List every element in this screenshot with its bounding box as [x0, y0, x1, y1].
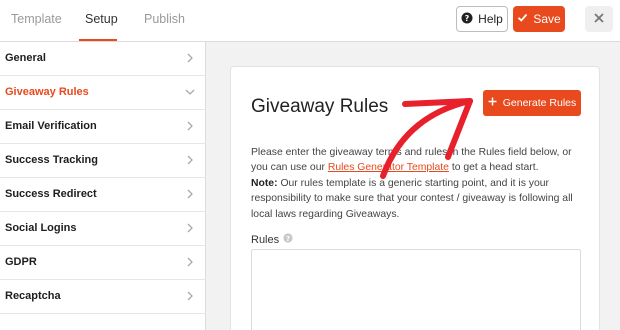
chevron-down-icon [185, 89, 195, 95]
svg-text:?: ? [465, 14, 470, 23]
close-button[interactable] [585, 6, 613, 32]
help-icon: ? [461, 12, 473, 27]
sidebar-item-email-verification[interactable]: Email Verification [0, 110, 206, 144]
sidebar-item-general[interactable]: General [0, 42, 206, 76]
chevron-right-icon [187, 189, 193, 199]
sidebar-item-label: Social Logins [5, 222, 77, 234]
sidebar-item-giveaway-rules[interactable]: Giveaway Rules [0, 76, 206, 110]
save-button-label: Save [533, 12, 561, 26]
sidebar-item-social-logins[interactable]: Social Logins [0, 212, 206, 246]
page-title: Giveaway Rules [251, 96, 389, 117]
sidebar-item-label: Success Tracking [5, 154, 98, 166]
settings-sidebar: General Giveaway Rules Email Verificatio… [0, 42, 206, 330]
rules-label-text: Rules [251, 233, 280, 246]
sidebar-item-label: Giveaway Rules [5, 86, 89, 98]
chevron-right-icon [187, 291, 193, 301]
sidebar-item-label: General [5, 52, 46, 64]
sidebar-item-recaptcha[interactable]: Recaptcha [0, 280, 206, 314]
generate-rules-button[interactable]: Generate Rules [483, 90, 581, 116]
rules-field-label: Rules ? [251, 233, 293, 246]
plus-icon [488, 97, 497, 109]
sidebar-item-success-redirect[interactable]: Success Redirect [0, 178, 206, 212]
chevron-right-icon [187, 257, 193, 267]
svg-text:?: ? [286, 235, 290, 243]
note-label: Note: [251, 177, 278, 189]
rules-textarea[interactable] [251, 249, 581, 330]
chevron-right-icon [187, 121, 193, 131]
save-button[interactable]: Save [513, 6, 565, 32]
close-icon [594, 10, 604, 28]
note-text: Our rules template is a generic starting… [251, 177, 573, 220]
sidebar-item-label: Recaptcha [5, 290, 61, 302]
top-bar: Template Setup Publish ? Help Save [0, 0, 620, 42]
tab-publish[interactable]: Publish [144, 0, 185, 42]
rules-description: Please enter the giveaway terms and rule… [251, 145, 587, 222]
help-icon[interactable]: ? [283, 233, 293, 246]
description-text: to get a head start. [448, 162, 539, 174]
sidebar-item-label: Email Verification [5, 120, 97, 132]
sidebar-item-success-tracking[interactable]: Success Tracking [0, 144, 206, 178]
tab-template[interactable]: Template [11, 0, 62, 42]
help-button[interactable]: ? Help [456, 6, 508, 32]
chevron-right-icon [187, 53, 193, 63]
chevron-right-icon [187, 155, 193, 165]
sidebar-item-label: GDPR [5, 256, 37, 268]
chevron-right-icon [187, 223, 193, 233]
sidebar-item-label: Success Redirect [5, 188, 97, 200]
rules-generator-template-link[interactable]: Rules Generator Template [328, 162, 449, 173]
sidebar-item-gdpr[interactable]: GDPR [0, 246, 206, 280]
help-button-label: Help [478, 12, 503, 26]
generate-rules-label: Generate Rules [502, 97, 577, 109]
active-tab-indicator [79, 39, 117, 41]
tab-setup[interactable]: Setup [85, 0, 118, 42]
giveaway-rules-card: Giveaway Rules Generate Rules Please ent… [230, 66, 600, 330]
check-icon [517, 12, 528, 26]
